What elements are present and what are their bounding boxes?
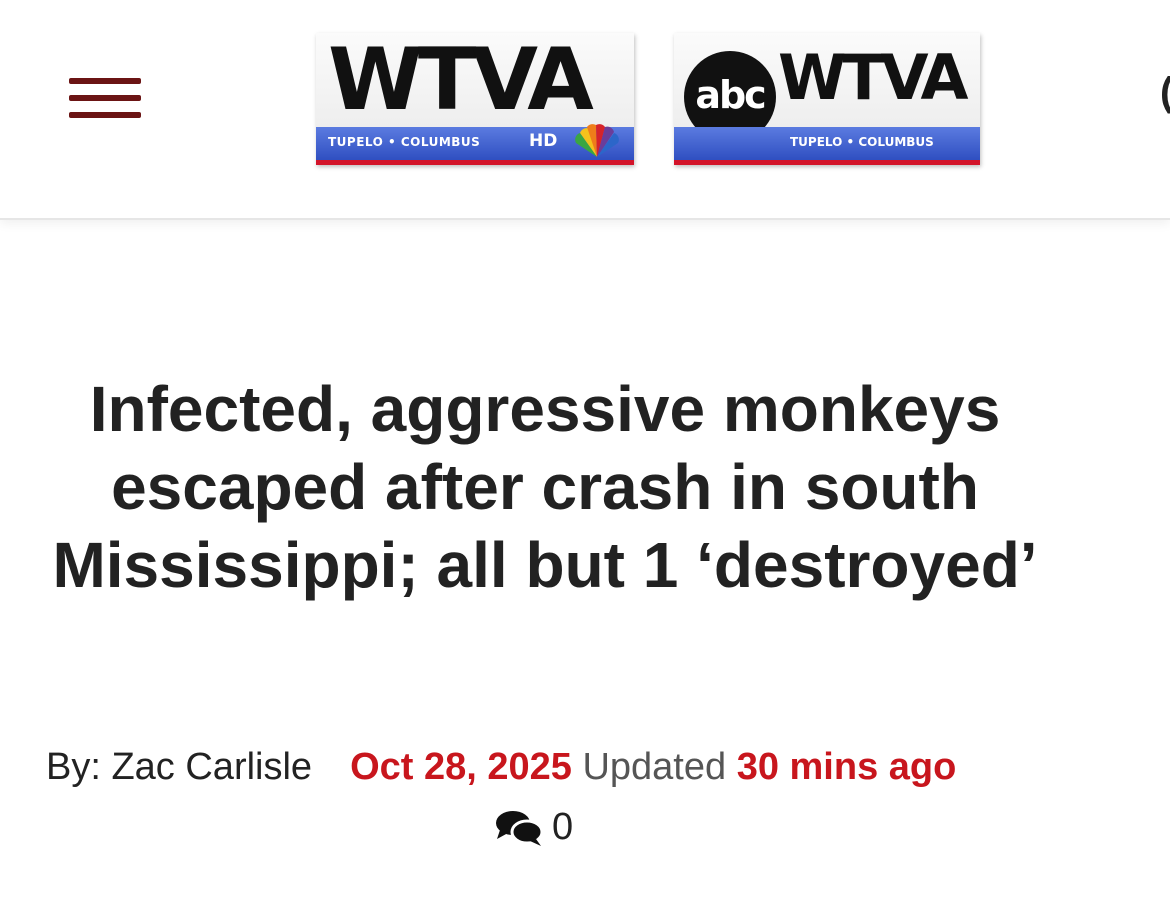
- nbc-peacock-icon: [575, 124, 619, 157]
- byline[interactable]: By: Zac Carlisle: [46, 746, 312, 788]
- comments-icon: [496, 810, 544, 846]
- updated-time: 30 mins ago: [736, 746, 957, 788]
- comment-count: 0: [552, 806, 574, 848]
- search-icon[interactable]: (: [1160, 70, 1170, 115]
- publish-date: Oct 28, 2025: [350, 746, 572, 788]
- article-headline: Infected, aggressive monkeys escaped aft…: [52, 373, 1038, 601]
- comments-link[interactable]: 0: [494, 806, 573, 849]
- updated-label: Updated: [582, 746, 727, 788]
- wtva-nbc-logo[interactable]: WTVA TUPELO • COLUMBUS HD: [316, 33, 634, 165]
- wtva-abc-logo[interactable]: abc WTVA TUPELO • COLUMBUS: [674, 33, 980, 165]
- hamburger-menu-icon[interactable]: [66, 72, 144, 124]
- article-meta: By: Zac Carlisle Oct 28, 2025 Updated 30 …: [46, 746, 1106, 789]
- site-header: WTVA TUPELO • COLUMBUS HD abc WTVA TUPEL…: [0, 0, 1170, 220]
